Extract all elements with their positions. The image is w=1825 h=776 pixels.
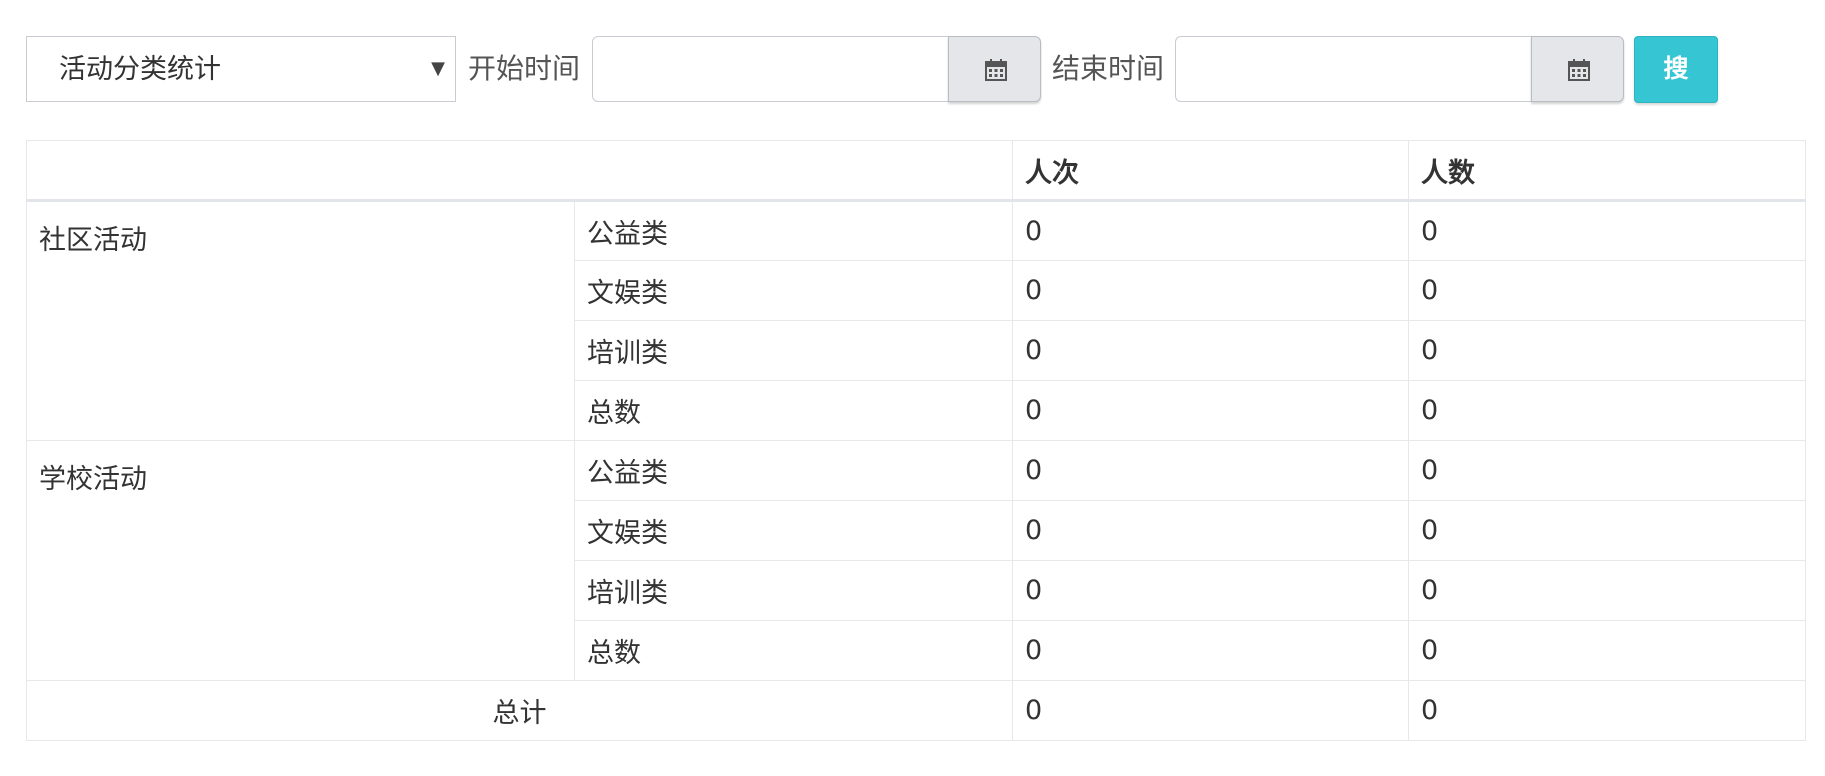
row-label: 培训类 [574, 560, 1013, 621]
row-label: 总数 [574, 620, 1013, 681]
group-name: 社区活动 [26, 200, 575, 441]
row-label: 文娱类 [574, 260, 1013, 321]
visits-cell: 0 [1012, 320, 1409, 381]
table-total-row: 总计 0 0 [26, 680, 1806, 741]
visits-cell: 0 [1012, 560, 1409, 621]
activity-stats-table: 人次 人数 社区活动 公益类 0 0 文娱类 0 0 培训类 0 0 总数 0 … [26, 140, 1806, 741]
end-time-label: 结束时间 [1052, 52, 1165, 85]
calendar-icon [1568, 59, 1590, 81]
table-row: 学校活动 公益类 0 0 [26, 440, 1806, 681]
total-label: 总计 [26, 680, 1013, 741]
category-select[interactable]: 活动分类统计 ▼ [26, 36, 456, 102]
visits-cell: 0 [1012, 200, 1409, 261]
header-visits: 人次 [1012, 140, 1409, 202]
group-name: 学校活动 [26, 440, 575, 681]
caret-down-icon: ▼ [431, 58, 445, 79]
start-calendar-button[interactable] [948, 36, 1041, 102]
row-label: 文娱类 [574, 500, 1013, 561]
calendar-icon [985, 59, 1007, 81]
end-calendar-button[interactable] [1531, 36, 1624, 102]
row-label: 培训类 [574, 320, 1013, 381]
table-header-row: 人次 人数 [26, 140, 1806, 202]
start-time-label: 开始时间 [468, 52, 581, 85]
people-cell: 0 [1408, 560, 1806, 621]
header-people: 人数 [1408, 140, 1806, 202]
people-cell: 0 [1408, 500, 1806, 561]
people-cell: 0 [1408, 380, 1806, 441]
table-row: 社区活动 公益类 0 0 [26, 200, 1806, 441]
end-time-input[interactable] [1175, 36, 1533, 102]
people-cell: 0 [1408, 200, 1806, 261]
visits-cell: 0 [1012, 380, 1409, 441]
visits-cell: 0 [1012, 440, 1409, 501]
visits-cell: 0 [1012, 500, 1409, 561]
people-cell: 0 [1408, 620, 1806, 681]
visits-cell: 0 [1012, 620, 1409, 681]
category-select-value: 活动分类统计 [59, 54, 221, 85]
people-cell: 0 [1408, 320, 1806, 381]
total-people-cell: 0 [1408, 680, 1806, 741]
people-cell: 0 [1408, 260, 1806, 321]
row-label: 公益类 [574, 200, 1013, 261]
people-cell: 0 [1408, 440, 1806, 501]
total-visits-cell: 0 [1012, 680, 1409, 741]
filter-toolbar: 活动分类统计 ▼ 开始时间 结束时间 搜 [0, 0, 1825, 120]
header-category [26, 140, 1013, 202]
start-time-input[interactable] [592, 36, 950, 102]
row-label: 总数 [574, 380, 1013, 441]
row-label: 公益类 [574, 440, 1013, 501]
visits-cell: 0 [1012, 260, 1409, 321]
search-button[interactable]: 搜 [1634, 36, 1718, 103]
